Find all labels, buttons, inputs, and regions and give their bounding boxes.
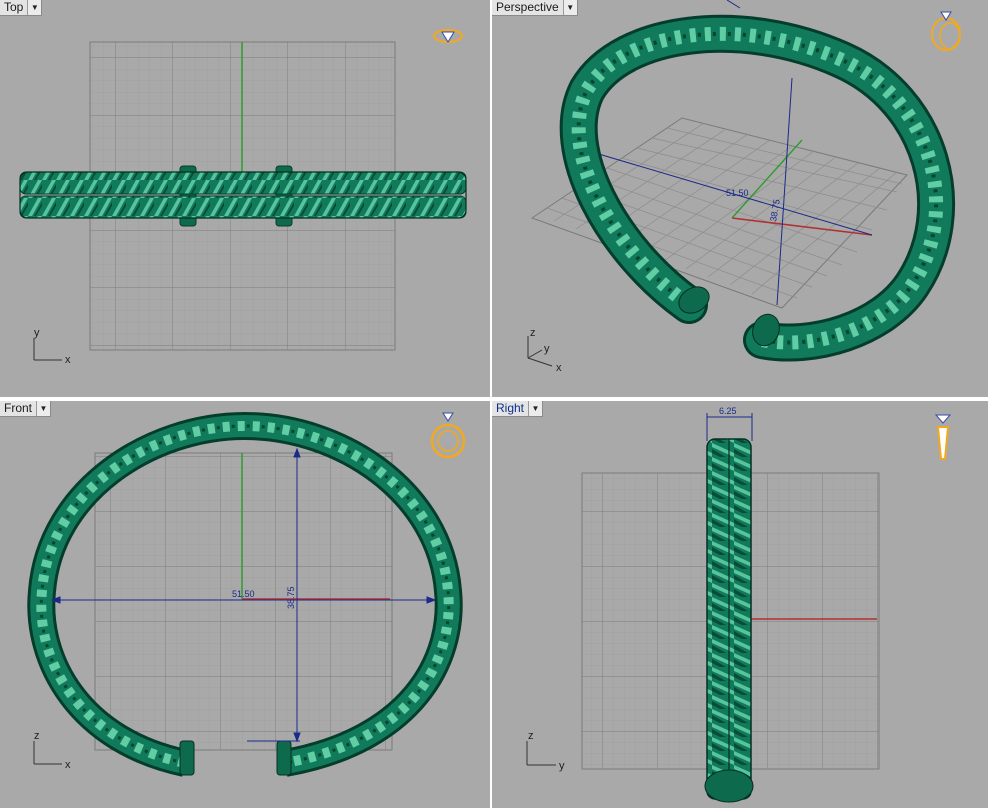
axis-indicator: z x	[33, 730, 71, 771]
axis-label-x: x	[65, 759, 71, 771]
axis-indicator: y x	[33, 327, 71, 366]
perspective-viewport[interactable]: 51.50 38.75 z y x Perspective ▼	[492, 0, 988, 397]
viewport-tab-top[interactable]: Top ▼	[0, 0, 43, 16]
axis-label-x: x	[556, 362, 562, 374]
ring-gem-icon	[433, 29, 463, 43]
dimension-height-label: 38.75	[286, 586, 296, 609]
viewport-divider-horizontal[interactable]	[0, 397, 988, 401]
perspective-view-canvas[interactable]: 51.50 38.75 z y x	[492, 0, 988, 397]
front-viewport[interactable]: 51.50 38.75 z x Front ▼	[0, 401, 490, 808]
axis-label-y: y	[544, 343, 550, 355]
dimension-thickness-label: 6.25	[719, 406, 737, 416]
axis-label-y: y	[559, 760, 565, 772]
right-viewport[interactable]: 6.25 z y Right ▼	[492, 401, 988, 808]
dropdown-arrow-icon[interactable]: ▼	[36, 401, 51, 416]
dropdown-arrow-icon[interactable]: ▼	[528, 401, 543, 416]
dropdown-arrow-icon[interactable]: ▼	[562, 0, 577, 15]
dimension-width-label: 51.50	[726, 188, 749, 198]
viewport-divider-vertical[interactable]	[490, 0, 492, 808]
dimension-lines	[706, 413, 753, 441]
right-view-canvas[interactable]: 6.25 z y	[492, 401, 988, 808]
axis-indicator: z y	[526, 730, 565, 772]
axis-indicator: z y x	[527, 327, 562, 374]
dropdown-arrow-icon[interactable]: ▼	[27, 0, 42, 15]
viewport-tab-right[interactable]: Right ▼	[492, 401, 544, 417]
ring-gem-icon	[430, 412, 466, 459]
viewport-tab-perspective[interactable]: Perspective ▼	[492, 0, 578, 16]
ring-gem-icon	[934, 414, 952, 460]
axis-label-z: z	[528, 730, 534, 742]
axis-label-z: z	[530, 327, 536, 339]
construction-grid-major	[94, 452, 393, 751]
front-view-canvas[interactable]: 51.50 38.75 z x	[0, 401, 490, 808]
viewport-tab-front[interactable]: Front ▼	[0, 401, 52, 417]
axis-label-x: x	[65, 354, 71, 366]
bracelet-right-view[interactable]	[704, 438, 754, 803]
x-axis-line	[731, 217, 873, 236]
dimension-width-label: 51.50	[232, 589, 255, 599]
bracelet-top-view[interactable]	[19, 165, 467, 227]
top-viewport[interactable]: y x Top ▼	[0, 0, 490, 397]
dimension-height-label: 38.75	[768, 198, 782, 222]
axis-label-y: y	[34, 327, 40, 339]
ring-gem-icon	[931, 11, 961, 51]
top-view-canvas[interactable]: y x	[0, 0, 490, 397]
axis-label-z: z	[34, 730, 40, 742]
